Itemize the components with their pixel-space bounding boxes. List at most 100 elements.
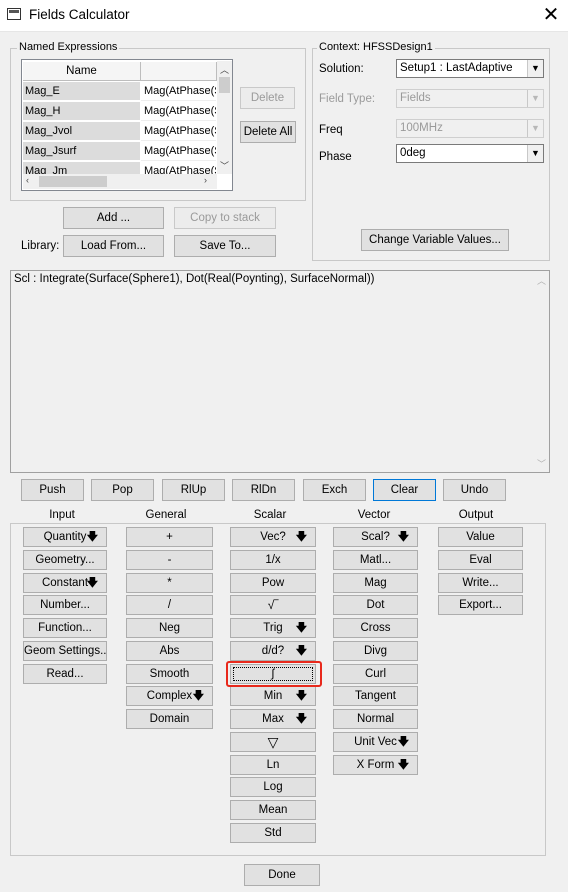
solution-select[interactable]: Setup1 : LastAdaptive ▼ [396, 59, 544, 78]
scal-label: Scal? [361, 531, 390, 543]
named-expressions-table[interactable]: Name Mag_E Mag(AtPhase(S Mag_H Mag(AtPha… [21, 59, 233, 191]
eval-button[interactable]: Eval [438, 550, 523, 570]
table-vertical-scrollbar[interactable]: ︿ ﹀ [217, 61, 232, 174]
change-variable-values-button[interactable]: Change Variable Values... [361, 229, 509, 251]
vec-button[interactable]: Vec? 🡇 [230, 527, 316, 547]
roll-up-button[interactable]: RlUp [162, 479, 225, 501]
row-expression: Mag(AtPhase(S [141, 122, 216, 141]
chevron-down-icon[interactable]: ▼ [527, 120, 543, 137]
smooth-button[interactable]: Smooth [126, 664, 213, 684]
dropdown-arrow-icon: 🡇 [397, 736, 409, 748]
normal-button[interactable]: Normal [333, 709, 418, 729]
table-horizontal-scrollbar[interactable]: ‹ › [23, 174, 217, 189]
x-form-button[interactable]: X Form 🡇 [333, 755, 418, 775]
exchange-button[interactable]: Exch [303, 479, 366, 501]
subtract-op-button[interactable]: - [126, 550, 213, 570]
copy-to-stack-button[interactable]: Copy to stack [174, 207, 276, 229]
push-button[interactable]: Push [21, 479, 84, 501]
dropdown-arrow-icon: 🡇 [295, 690, 307, 702]
scroll-down-icon[interactable]: ﹀ [220, 159, 229, 172]
gradient-button[interactable]: ▽ [230, 732, 316, 752]
done-button[interactable]: Done [244, 864, 320, 886]
title-bar: Fields Calculator ✕ [0, 0, 568, 32]
save-to-button[interactable]: Save To... [174, 235, 276, 257]
mag-button[interactable]: Mag [333, 573, 418, 593]
add-op-button[interactable]: + [126, 527, 213, 547]
column-header-name[interactable]: Name [23, 62, 141, 81]
quantity-button[interactable]: Quantity 🡇 [23, 527, 107, 547]
cross-button[interactable]: Cross [333, 618, 418, 638]
derivative-label: d/d? [261, 645, 285, 657]
number-button[interactable]: Number... [23, 595, 107, 615]
ln-button[interactable]: Ln [230, 755, 316, 775]
geometry-button[interactable]: Geometry... [23, 550, 107, 570]
roll-down-button[interactable]: RlDn [232, 479, 295, 501]
std-button[interactable]: Std [230, 823, 316, 843]
neg-button[interactable]: Neg [126, 618, 213, 638]
value-button[interactable]: Value [438, 527, 523, 547]
function-button[interactable]: Function... [23, 618, 107, 638]
table-row[interactable]: Mag_H Mag(AtPhase(S [23, 102, 216, 122]
scroll-right-icon[interactable]: › [204, 175, 207, 185]
scroll-thumb[interactable] [39, 176, 107, 187]
chevron-down-icon[interactable]: ▼ [527, 60, 543, 77]
freq-select[interactable]: 100MHz ▼ [396, 119, 544, 138]
trig-button[interactable]: Trig 🡇 [230, 618, 316, 638]
close-icon[interactable]: ✕ [537, 2, 565, 28]
scroll-up-icon[interactable]: ︿ [537, 274, 546, 287]
table-row[interactable]: Mag_E Mag(AtPhase(S [23, 82, 216, 102]
row-name: Mag_E [23, 82, 140, 101]
load-from-button[interactable]: Load From... [63, 235, 164, 257]
scroll-down-icon[interactable]: ﹀ [537, 457, 546, 470]
pop-button[interactable]: Pop [91, 479, 154, 501]
phase-select[interactable]: 0deg ▼ [396, 144, 544, 163]
read-button[interactable]: Read... [23, 664, 107, 684]
reciprocal-button[interactable]: 1/x [230, 550, 316, 570]
row-expression: Mag(AtPhase(S [141, 102, 216, 121]
tangent-button[interactable]: Tangent [333, 686, 418, 706]
scal-button[interactable]: Scal? 🡇 [333, 527, 418, 547]
max-button[interactable]: Max 🡇 [230, 709, 316, 729]
matl-button[interactable]: Matl... [333, 550, 418, 570]
field-type-select[interactable]: Fields ▼ [396, 89, 544, 108]
delete-button[interactable]: Delete [240, 87, 295, 109]
stack-display[interactable] [10, 270, 550, 473]
solution-label: Solution: [319, 63, 364, 75]
mean-button[interactable]: Mean [230, 800, 316, 820]
dropdown-arrow-icon: 🡇 [192, 690, 204, 702]
log-button[interactable]: Log [230, 777, 316, 797]
divg-button[interactable]: Divg [333, 641, 418, 661]
add-button[interactable]: Add ... [63, 207, 164, 229]
delete-all-button[interactable]: Delete All [240, 121, 296, 143]
curl-button[interactable]: Curl [333, 664, 418, 684]
table-row[interactable]: Mag_Jvol Mag(AtPhase(S [23, 122, 216, 142]
pow-button[interactable]: Pow [230, 573, 316, 593]
chevron-down-icon[interactable]: ▼ [527, 145, 543, 162]
multiply-op-button[interactable]: * [126, 573, 213, 593]
scroll-left-icon[interactable]: ‹ [26, 175, 29, 185]
write-button[interactable]: Write... [438, 573, 523, 593]
vector-column-title: Vector [350, 509, 398, 521]
table-row[interactable]: Mag_Jsurf Mag(AtPhase(S [23, 142, 216, 162]
constant-button[interactable]: Constant 🡇 [23, 573, 107, 593]
column-header-expression[interactable] [141, 62, 217, 81]
complex-label: Complex [146, 690, 193, 702]
sqrt-button[interactable]: √‾ [230, 595, 316, 615]
complex-button[interactable]: Complex 🡇 [126, 686, 213, 706]
clear-button[interactable]: Clear [373, 479, 436, 501]
unit-vec-button[interactable]: Unit Vec 🡇 [333, 732, 418, 752]
undo-button[interactable]: Undo [443, 479, 506, 501]
abs-button[interactable]: Abs [126, 641, 213, 661]
geom-settings-button[interactable]: Geom Settings... [23, 641, 107, 661]
divide-op-button[interactable]: / [126, 595, 213, 615]
table-row[interactable]: Mag_Jm Mag(AtPhase(S [23, 162, 216, 174]
derivative-button[interactable]: d/d? 🡇 [230, 641, 316, 661]
min-button[interactable]: Min 🡇 [230, 686, 316, 706]
scroll-thumb[interactable] [219, 77, 230, 93]
stack-vertical-scrollbar[interactable]: ︿ ﹀ [534, 271, 549, 472]
dot-button[interactable]: Dot [333, 595, 418, 615]
scroll-up-icon[interactable]: ︿ [220, 63, 229, 76]
export-button[interactable]: Export... [438, 595, 523, 615]
domain-button[interactable]: Domain [126, 709, 213, 729]
chevron-down-icon[interactable]: ▼ [527, 90, 543, 107]
